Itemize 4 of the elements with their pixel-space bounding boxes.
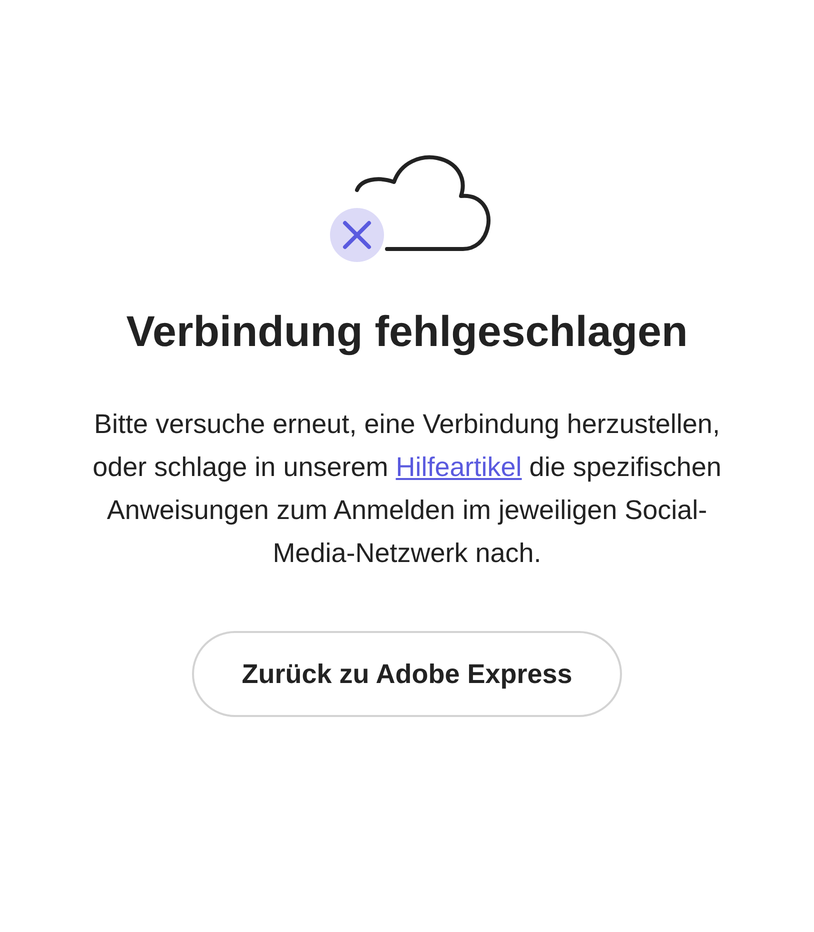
back-button[interactable]: Zurück zu Adobe Express	[192, 631, 622, 717]
error-heading: Verbindung fehlgeschlagen	[126, 308, 688, 357]
error-message: Bitte versuche erneut, eine Verbindung herzustellen, oder schlage in unserem Hilfeartikel die spezifischen Anweisungen zum Anmelden im jeweiligen Social-Media-Netzwerk nach.	[92, 408, 722, 570]
help-link[interactable]: Hilfeartikel	[396, 452, 522, 482]
